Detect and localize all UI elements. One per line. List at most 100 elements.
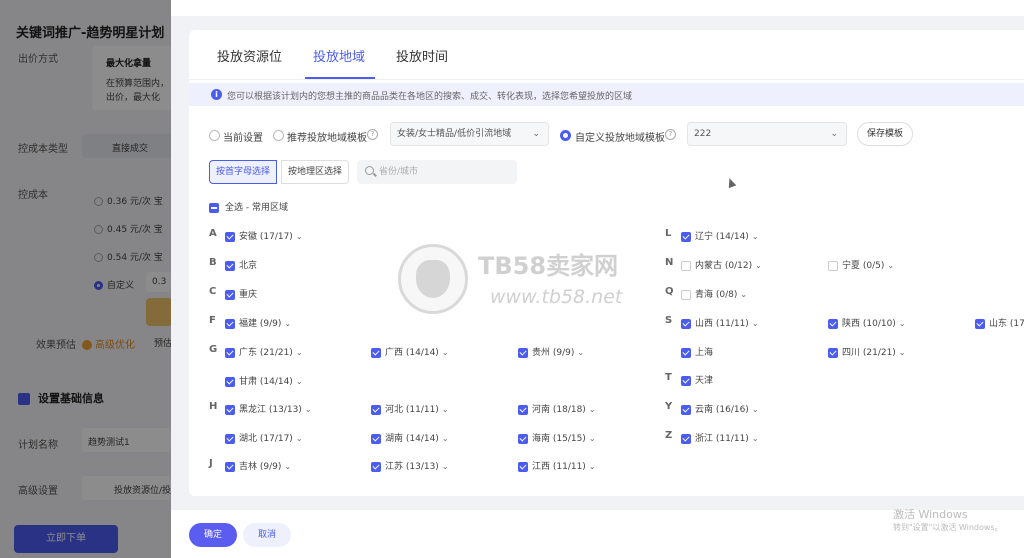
chevron-down-icon[interactable]: ⌄: [740, 290, 747, 299]
province-liaoning[interactable]: 辽宁 (14/14) ⌄: [681, 229, 759, 242]
chevron-down-icon[interactable]: ⌄: [589, 405, 596, 414]
chevron-down-icon[interactable]: ⌄: [442, 434, 449, 443]
search-icon: [365, 166, 374, 175]
province-chongqing[interactable]: 重庆: [225, 287, 257, 300]
radio-custom[interactable]: [560, 130, 571, 141]
chevron-down-icon[interactable]: ⌄: [589, 462, 596, 471]
chevron-down-icon[interactable]: ⌄: [752, 405, 759, 414]
chevron-down-icon[interactable]: ⌄: [442, 405, 449, 414]
region-mode-row: 当前设置 推荐投放地域模板 ? 女装/女士精品/低价引流地域 ⌄ 自定义投放地域…: [189, 120, 1024, 150]
checkbox-checked-icon: [371, 404, 381, 415]
province-neimenggu[interactable]: 内蒙古 (0/12) ⌄: [681, 258, 762, 271]
checkbox-checked-icon: [225, 231, 235, 242]
checkbox-unchecked-icon: [681, 289, 691, 300]
custom-template-select[interactable]: 222 ⌄: [687, 122, 847, 146]
chevron-down-icon: ⌄: [830, 129, 838, 139]
province-guangxi[interactable]: 广西 (14/14) ⌄: [371, 345, 449, 358]
province-hubei[interactable]: 湖北 (17/17) ⌄: [225, 431, 303, 444]
province-anhui[interactable]: 安徽 (17/17) ⌄: [225, 229, 303, 242]
chevron-down-icon[interactable]: ⌄: [442, 462, 449, 471]
windows-activation-title: 激活 Windows: [893, 508, 968, 521]
radio-recommend-label[interactable]: 推荐投放地域模板: [287, 129, 367, 144]
province-shanghai[interactable]: 上海: [681, 345, 713, 358]
chevron-down-icon[interactable]: ⌄: [577, 348, 584, 357]
checkbox-checked-icon: [225, 318, 235, 329]
save-template-button[interactable]: 保存模板: [857, 122, 913, 146]
tab-time[interactable]: 投放时间: [396, 46, 448, 65]
province-shanxi[interactable]: 山西 (11/11) ⌄: [681, 316, 759, 329]
chevron-down-icon[interactable]: ⌄: [589, 434, 596, 443]
checkbox-checked-icon: [828, 318, 838, 329]
checkbox-checked-icon: [681, 231, 691, 242]
letter-q: Q: [665, 286, 674, 297]
chevron-down-icon[interactable]: ⌄: [296, 434, 303, 443]
segment-by-region[interactable]: 按地理区选择: [281, 160, 350, 184]
recommend-select-value: 女装/女士精品/低价引流地域: [397, 129, 512, 139]
chevron-down-icon[interactable]: ⌄: [305, 405, 312, 414]
tab-region[interactable]: 投放地域: [313, 46, 365, 65]
checkbox-partial-icon: [209, 202, 219, 213]
province-yunnan[interactable]: 云南 (16/16) ⌄: [681, 402, 759, 415]
radio-custom-label[interactable]: 自定义投放地域模板: [575, 129, 665, 144]
chevron-down-icon[interactable]: ⌄: [755, 261, 762, 270]
recommend-template-select[interactable]: 女装/女士精品/低价引流地域 ⌄: [390, 122, 549, 146]
chevron-down-icon[interactable]: ⌄: [899, 319, 906, 328]
province-qinghai[interactable]: 青海 (0/8) ⌄: [681, 287, 747, 300]
search-input[interactable]: [379, 164, 509, 180]
province-gansu[interactable]: 甘肃 (14/14) ⌄: [225, 374, 303, 387]
confirm-button[interactable]: 确定: [189, 523, 237, 547]
info-icon: i: [211, 89, 222, 100]
province-ningxia[interactable]: 宁夏 (0/5) ⌄: [828, 258, 894, 271]
chevron-down-icon[interactable]: ⌄: [752, 319, 759, 328]
checkbox-checked-icon: [518, 461, 528, 472]
chevron-down-icon[interactable]: ⌄: [899, 348, 906, 357]
province-zhejiang[interactable]: 浙江 (11/11) ⌄: [681, 431, 759, 444]
help-icon[interactable]: ?: [665, 129, 676, 140]
select-all-checkbox[interactable]: 全选 - 常用区域: [209, 200, 288, 213]
checkbox-checked-icon: [681, 433, 691, 444]
province-shandong[interactable]: 山东 (17: [975, 316, 1024, 329]
chevron-down-icon[interactable]: ⌄: [296, 348, 303, 357]
province-fujian[interactable]: 福建 (9/9) ⌄: [225, 316, 291, 329]
province-jiangxi[interactable]: 江西 (11/11) ⌄: [518, 459, 596, 472]
province-shaanxi[interactable]: 陕西 (10/10) ⌄: [828, 316, 906, 329]
radio-current-label[interactable]: 当前设置: [223, 129, 263, 144]
checkbox-checked-icon: [681, 375, 691, 386]
radio-current[interactable]: [209, 130, 220, 141]
province-henan[interactable]: 河南 (18/18) ⌄: [518, 402, 596, 415]
province-guizhou[interactable]: 贵州 (9/9) ⌄: [518, 345, 584, 358]
search-box: [357, 160, 517, 184]
chevron-down-icon[interactable]: ⌄: [296, 232, 303, 241]
cancel-button[interactable]: 取消: [243, 523, 291, 547]
checkbox-checked-icon: [518, 347, 528, 358]
letter-f: F: [209, 315, 216, 326]
province-hebei[interactable]: 河北 (11/11) ⌄: [371, 402, 449, 415]
province-jilin[interactable]: 吉林 (9/9) ⌄: [225, 459, 291, 472]
checkbox-checked-icon: [225, 404, 235, 415]
active-tab-indicator: [305, 77, 375, 79]
chevron-down-icon[interactable]: ⌄: [442, 348, 449, 357]
chevron-down-icon[interactable]: ⌄: [752, 232, 759, 241]
help-icon[interactable]: ?: [367, 129, 378, 140]
province-sichuan[interactable]: 四川 (21/21) ⌄: [828, 345, 906, 358]
province-hunan[interactable]: 湖南 (14/14) ⌄: [371, 431, 449, 444]
province-heilongjiang[interactable]: 黑龙江 (13/13) ⌄: [225, 402, 312, 415]
chevron-down-icon[interactable]: ⌄: [296, 377, 303, 386]
province-beijing[interactable]: 北京: [225, 258, 257, 271]
province-jiangsu[interactable]: 江苏 (13/13) ⌄: [371, 459, 449, 472]
province-tianjin[interactable]: 天津: [681, 373, 713, 386]
chevron-down-icon[interactable]: ⌄: [284, 319, 291, 328]
province-guangdong[interactable]: 广东 (21/21) ⌄: [225, 345, 303, 358]
watermark-hand-icon: [416, 260, 450, 298]
chevron-down-icon[interactable]: ⌄: [752, 434, 759, 443]
chevron-down-icon[interactable]: ⌄: [887, 261, 894, 270]
drawer-topbar: [171, 0, 1024, 16]
segment-by-letter[interactable]: 按首字母选择: [209, 160, 278, 184]
radio-recommend[interactable]: [273, 130, 284, 141]
checkbox-checked-icon: [681, 404, 691, 415]
checkbox-checked-icon: [518, 404, 528, 415]
checkbox-checked-icon: [371, 347, 381, 358]
chevron-down-icon[interactable]: ⌄: [284, 462, 291, 471]
tab-resource[interactable]: 投放资源位: [217, 46, 282, 65]
province-hainan[interactable]: 海南 (15/15) ⌄: [518, 431, 596, 444]
